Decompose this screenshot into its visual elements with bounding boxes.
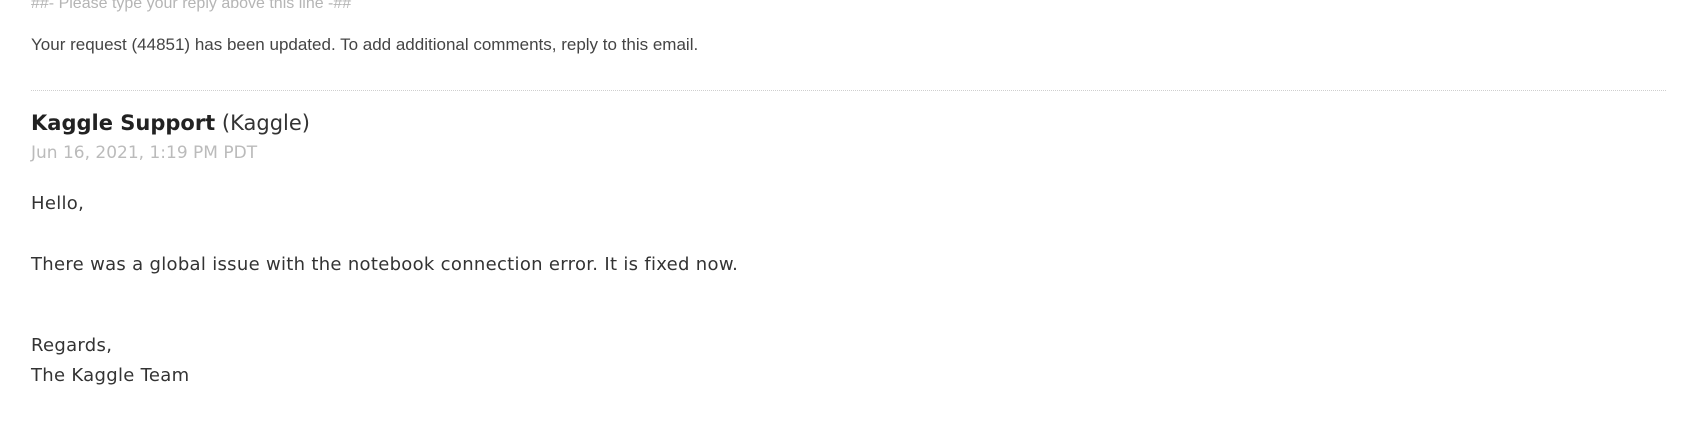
comment-signature: The Kaggle Team [31, 365, 190, 386]
comment-timestamp: Jun 16, 2021, 1:19 PM PDT [31, 143, 258, 163]
reply-marker: ##- Please type your reply above this li… [31, 0, 352, 12]
comment-message: There was a global issue with the notebo… [31, 254, 739, 275]
comment-greeting: Hello, [31, 193, 85, 214]
divider [31, 90, 1666, 91]
comment-author: Kaggle Support (Kaggle) [31, 110, 310, 136]
update-notice: Your request (44851) has been updated. T… [31, 35, 699, 54]
author-name: Kaggle Support [31, 111, 216, 135]
comment-closing: Regards, [31, 335, 113, 356]
author-org: (Kaggle) [221, 111, 310, 135]
